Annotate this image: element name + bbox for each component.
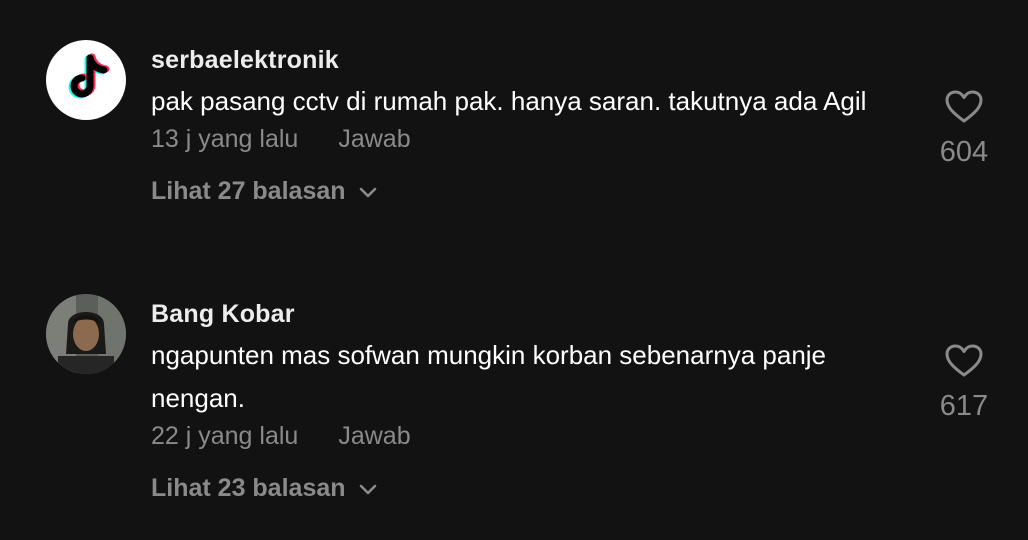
comment-text: ngapunten mas sofwan mungkin korban sebe… <box>151 340 827 413</box>
comment-text: pak pasang cctv di rumah pak. hanya sara… <box>151 86 867 116</box>
heart-icon <box>945 90 983 123</box>
like-button[interactable]: 617 <box>924 344 1004 426</box>
comment-username[interactable]: serbaelektronik <box>151 40 911 80</box>
view-replies-button[interactable]: Lihat 27 balasan <box>151 173 378 209</box>
comment-username[interactable]: Bang Kobar <box>151 294 911 334</box>
view-replies-label: Lihat 23 balasan <box>151 474 346 502</box>
tiktok-logo-icon <box>68 53 110 99</box>
comment-meta: 13 j yang lalu Jawab <box>151 121 911 157</box>
view-replies-label: Lihat 27 balasan <box>151 177 346 205</box>
chevron-down-icon <box>359 187 376 198</box>
comment-timestamp: 13 j yang lalu <box>151 125 299 153</box>
comment-content: serbaelektronik pak pasang cctv di rumah… <box>151 40 911 209</box>
reply-button[interactable]: Jawab <box>338 125 410 153</box>
like-count: 604 <box>939 136 989 168</box>
reply-button[interactable]: Jawab <box>338 422 410 450</box>
avatar[interactable] <box>46 40 126 120</box>
comment-timestamp: 22 j yang lalu <box>151 422 299 450</box>
comment-content: Bang Kobar ngapunten mas sofwan mungkin … <box>151 294 911 506</box>
chevron-down-icon <box>359 484 376 495</box>
like-button[interactable]: 604 <box>924 90 1004 172</box>
like-count: 617 <box>939 390 989 422</box>
view-replies-button[interactable]: Lihat 23 balasan <box>151 470 378 506</box>
heart-icon <box>945 344 983 377</box>
avatar[interactable] <box>46 294 126 374</box>
comment-meta: 22 j yang lalu Jawab <box>151 418 911 454</box>
user-photo-avatar <box>46 294 126 374</box>
